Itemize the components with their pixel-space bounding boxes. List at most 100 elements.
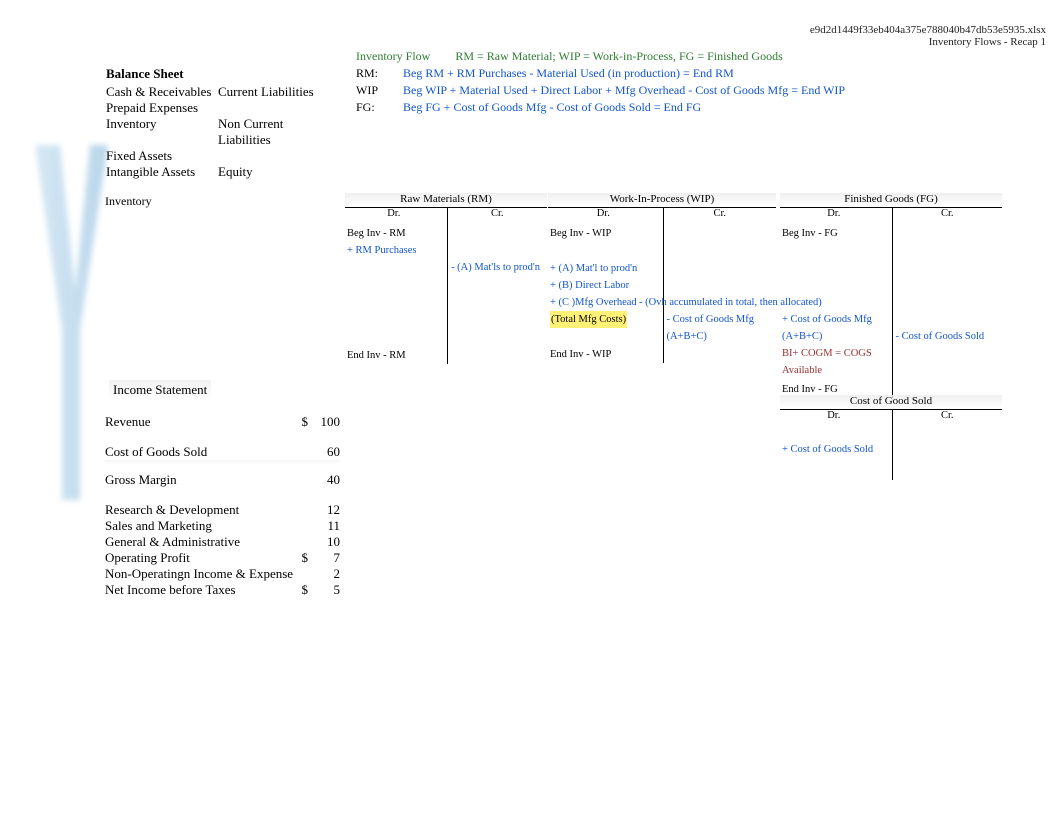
t-account-fg: Finished Goods (FG) Dr. Cr. Beg Inv - FG… bbox=[780, 193, 1002, 398]
inventory-flow-desc: RM = Raw Material; WIP = Work-in-Process… bbox=[455, 49, 782, 63]
watermark-letter bbox=[30, 140, 110, 510]
income-row: Revenue$100 bbox=[105, 414, 340, 430]
income-row: General & Administrative 10 bbox=[105, 534, 340, 550]
wip-end: End Inv - WIP bbox=[550, 346, 657, 363]
bs-right-4: Equity bbox=[218, 164, 338, 180]
balance-sheet-row: Cash & ReceivablesCurrent Liabilities bbox=[106, 84, 338, 100]
footer-filename: e9d2d1449f33eb404a375e788040b47db53e5935… bbox=[810, 24, 1046, 36]
income-value: 10 bbox=[308, 534, 340, 550]
t-account-wip: Work-In-Process (WIP) Dr. Cr. Beg Inv - … bbox=[548, 193, 776, 363]
fg-cr-hdr: Cr. bbox=[893, 208, 1003, 223]
fg-cogs-out: - Cost of Goods Sold bbox=[896, 328, 1000, 345]
wip-dr-hdr: Dr. bbox=[548, 208, 664, 223]
fg-title: Finished Goods (FG) bbox=[780, 193, 1002, 208]
income-row: Gross Margin 40 bbox=[105, 472, 340, 488]
wip-matl: + (A) Mat'l to prod'n bbox=[550, 260, 657, 277]
formula-wip-val: Beg WIP + Material Used + Direct Labor +… bbox=[403, 83, 845, 97]
income-currency: $ bbox=[294, 550, 308, 566]
fg-beg: Beg Inv - FG bbox=[782, 225, 886, 242]
inventory-flow-label: Inventory Flow bbox=[356, 49, 430, 63]
footer-sheet: Inventory Flows - Recap 1 bbox=[810, 36, 1046, 48]
wip-title: Work-In-Process (WIP) bbox=[548, 193, 776, 208]
t-account-cogs: Cost of Good Sold Dr. Cr. + Cost of Good… bbox=[780, 395, 1002, 480]
income-row: Non-Operatingn Income & Expense 2 bbox=[105, 566, 340, 582]
formula-wip-key: WIP bbox=[356, 83, 400, 98]
income-label: Net Income before Taxes bbox=[105, 582, 294, 598]
wip-total: (Total Mfg Costs) bbox=[550, 311, 657, 328]
income-value: 12 bbox=[308, 502, 340, 518]
wip-cogm-out: - Cost of Goods Mfg (A+B+C) bbox=[667, 311, 774, 345]
bs-left-3: Fixed Assets bbox=[106, 148, 218, 164]
page-content: Inventory Flow RM = Raw Material; WIP = … bbox=[0, 0, 1062, 68]
cogs-dr-hdr: Dr. bbox=[780, 410, 893, 425]
wip-cr-hdr: Cr. bbox=[664, 208, 777, 223]
balance-sheet-title: Balance Sheet bbox=[106, 66, 338, 82]
income-value: 40 bbox=[308, 472, 340, 488]
formula-fg-val: Beg FG + Cost of Goods Mfg - Cost of Goo… bbox=[403, 100, 701, 114]
bs-left-4: Intangible Assets bbox=[106, 164, 218, 180]
income-separator bbox=[105, 488, 340, 502]
balance-sheet-row: Intangible AssetsEquity bbox=[106, 164, 338, 180]
wip-beg: Beg Inv - WIP bbox=[550, 225, 657, 242]
income-row: Operating Profit$7 bbox=[105, 550, 340, 566]
rm-end: End Inv - RM bbox=[347, 347, 441, 364]
rm-beg: Beg Inv - RM bbox=[347, 225, 441, 242]
formula-fg-key: FG: bbox=[356, 100, 400, 115]
income-label: Gross Margin bbox=[105, 472, 294, 488]
balance-sheet-row: InventoryNon Current Liabilities bbox=[106, 116, 338, 148]
income-row: Research & Development 12 bbox=[105, 502, 340, 518]
income-label: Operating Profit bbox=[105, 550, 294, 566]
formula-block: RM: Beg RM + RM Purchases - Material Use… bbox=[356, 66, 845, 117]
income-statement-title: Income Statement bbox=[109, 380, 211, 400]
balance-sheet-row: Prepaid Expenses bbox=[106, 100, 338, 116]
income-statement: Income Statement Revenue$100Cost of Good… bbox=[105, 380, 340, 598]
income-separator bbox=[105, 430, 340, 444]
income-row: Sales and Marketing 11 bbox=[105, 518, 340, 534]
income-value: 11 bbox=[308, 518, 340, 534]
cogs-in: + Cost of Goods Sold bbox=[782, 441, 886, 458]
page-footer: e9d2d1449f33eb404a375e788040b47db53e5935… bbox=[810, 24, 1046, 48]
income-value: 100 bbox=[308, 414, 340, 430]
income-row: Cost of Goods Sold 60 bbox=[105, 444, 340, 460]
income-value: 2 bbox=[308, 566, 340, 582]
fg-avail: BI+ COGM = COGS Available bbox=[782, 345, 886, 379]
bs-left-2: Inventory bbox=[106, 116, 218, 148]
income-value: 5 bbox=[308, 582, 340, 598]
income-currency: $ bbox=[294, 414, 308, 430]
rm-dr-hdr: Dr. bbox=[345, 208, 448, 223]
formula-rm: RM: Beg RM + RM Purchases - Material Use… bbox=[356, 66, 845, 83]
inventory-flow-header: Inventory Flow RM = Raw Material; WIP = … bbox=[356, 49, 783, 64]
fg-dr-hdr: Dr. bbox=[780, 208, 893, 223]
income-value: 7 bbox=[308, 550, 340, 566]
income-currency: $ bbox=[294, 582, 308, 598]
fg-cogm-in: + Cost of Goods Mfg (A+B+C) bbox=[782, 311, 886, 345]
formula-rm-val: Beg RM + RM Purchases - Material Used (i… bbox=[403, 66, 734, 80]
income-row: Net Income before Taxes$5 bbox=[105, 582, 340, 598]
bs-right-2: Non Current Liabilities bbox=[218, 116, 338, 148]
bs-left-0: Cash & Receivables bbox=[106, 84, 218, 100]
rm-purchases: + RM Purchases bbox=[347, 242, 441, 259]
income-label: General & Administrative bbox=[105, 534, 294, 550]
inventory-label: Inventory bbox=[105, 194, 152, 209]
cogs-cr-hdr: Cr. bbox=[893, 410, 1003, 425]
bs-right-3 bbox=[218, 148, 338, 164]
income-label: Cost of Goods Sold bbox=[105, 444, 294, 460]
income-label: Non-Operatingn Income & Expense bbox=[105, 566, 294, 582]
rm-cr-hdr: Cr. bbox=[448, 208, 548, 223]
income-separator bbox=[105, 460, 340, 464]
cogs-title: Cost of Good Sold bbox=[780, 395, 1002, 410]
income-label: Sales and Marketing bbox=[105, 518, 294, 534]
income-label: Revenue bbox=[105, 414, 294, 430]
formula-rm-key: RM: bbox=[356, 66, 400, 81]
formula-wip: WIP Beg WIP + Material Used + Direct Lab… bbox=[356, 83, 845, 100]
t-account-rm: Raw Materials (RM) Dr. Cr. Beg Inv - RM … bbox=[345, 193, 547, 364]
income-value: 60 bbox=[308, 444, 340, 460]
rm-mat-out: - (A) Mat'ls to prod'n bbox=[451, 259, 545, 276]
formula-fg: FG: Beg FG + Cost of Goods Mfg - Cost of… bbox=[356, 100, 845, 117]
bs-left-1: Prepaid Expenses bbox=[106, 100, 218, 116]
balance-sheet-row: Fixed Assets bbox=[106, 148, 338, 164]
bs-right-0: Current Liabilities bbox=[218, 84, 338, 100]
income-label: Research & Development bbox=[105, 502, 294, 518]
wip-dl: + (B) Direct Labor bbox=[550, 277, 657, 294]
rm-title: Raw Materials (RM) bbox=[345, 193, 547, 208]
